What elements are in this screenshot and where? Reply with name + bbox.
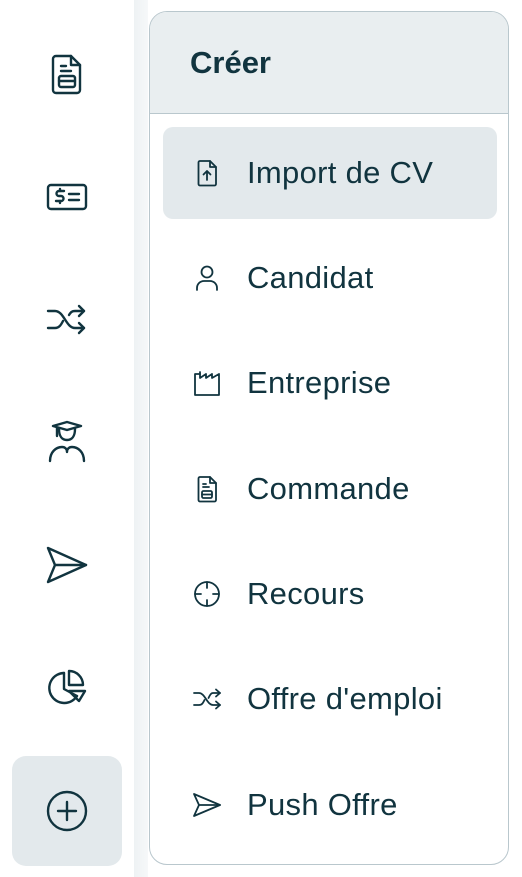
rail-create-button[interactable] <box>12 756 122 866</box>
pie-chart-icon <box>48 669 87 705</box>
rail-billing-button[interactable] <box>12 141 122 251</box>
create-menu: Créer Import de CV Candidat Entreprise C… <box>149 11 509 865</box>
rail-divider <box>134 0 148 877</box>
rail-send-button[interactable] <box>12 510 122 620</box>
menu-item-push-offre[interactable]: Push Offre <box>163 759 497 851</box>
file-upload-icon <box>189 155 225 191</box>
rail-graduate-button[interactable] <box>12 387 122 497</box>
menu-item-label: Offre d'emploi <box>247 681 443 716</box>
menu-item-label: Commande <box>247 471 410 506</box>
menu-item-label: Recours <box>247 576 365 611</box>
menu-item-import-cv[interactable]: Import de CV <box>163 127 497 219</box>
factory-icon <box>189 365 225 401</box>
menu-item-label: Entreprise <box>247 365 392 400</box>
document-icon <box>51 54 82 95</box>
menu-header: Créer <box>150 12 508 114</box>
menu-item-label: Push Offre <box>247 787 398 822</box>
user-icon <box>189 260 225 296</box>
plus-circle-icon <box>46 790 88 832</box>
crosshair-icon <box>189 576 225 612</box>
menu-item-label: Import de CV <box>247 155 434 190</box>
menu-item-entreprise[interactable]: Entreprise <box>163 337 497 429</box>
send-icon <box>46 546 88 584</box>
menu-item-commande[interactable]: Commande <box>163 443 497 535</box>
rail-document-button[interactable] <box>12 18 122 128</box>
document-icon <box>189 471 225 507</box>
send-icon <box>189 787 225 823</box>
shuffle-icon <box>189 681 225 717</box>
graduate-icon <box>48 420 86 463</box>
menu-item-label: Candidat <box>247 260 374 295</box>
rail-statistics-button[interactable] <box>12 633 122 743</box>
billing-icon <box>46 183 88 211</box>
menu-title: Créer <box>190 44 271 80</box>
icon-rail <box>0 0 134 877</box>
menu-item-offre-emploi[interactable]: Offre d'emploi <box>163 653 497 745</box>
rail-shuffle-button[interactable] <box>12 264 122 374</box>
shuffle-icon <box>46 304 86 335</box>
menu-item-recours[interactable]: Recours <box>163 548 497 640</box>
menu-item-candidat[interactable]: Candidat <box>163 232 497 324</box>
